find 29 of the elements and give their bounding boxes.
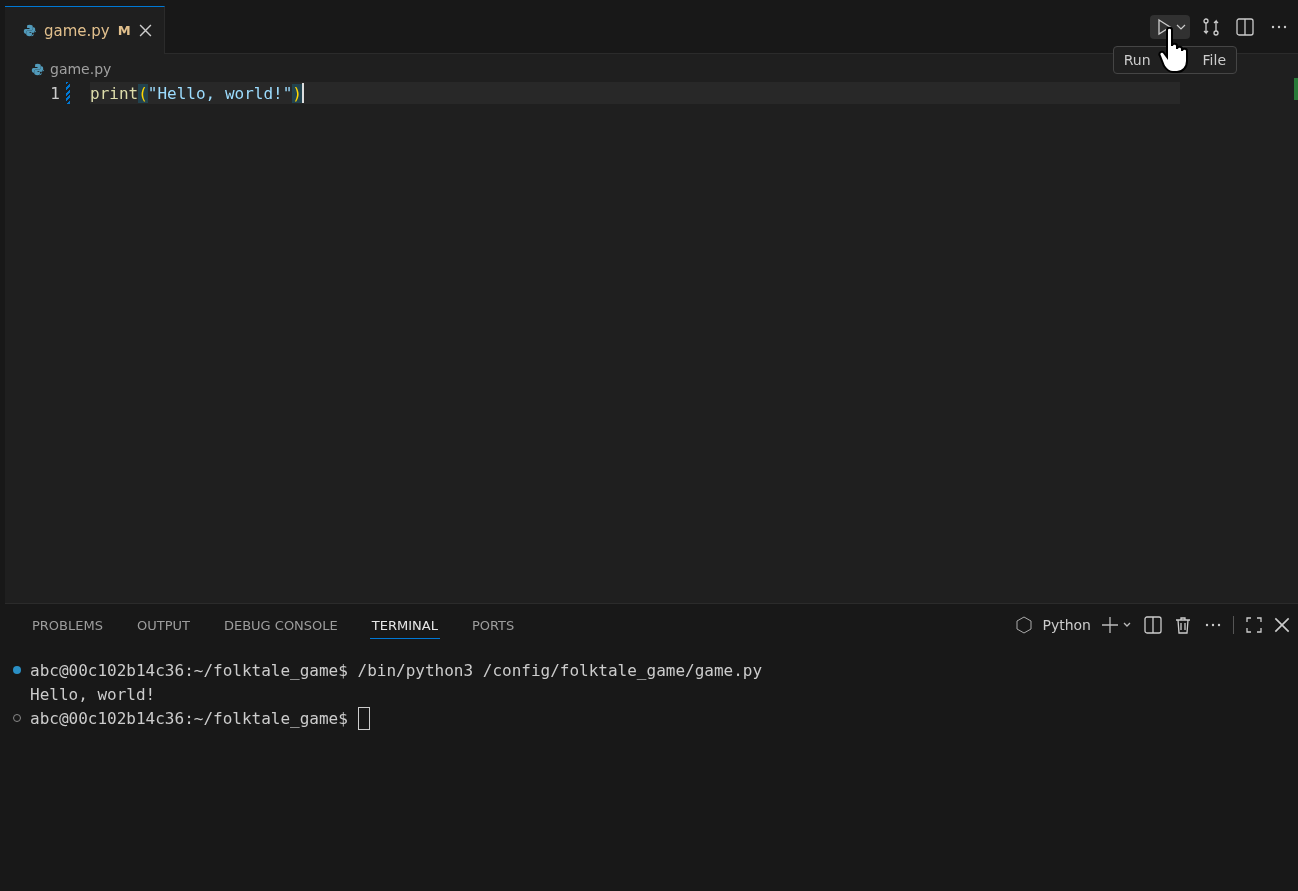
add-terminal-icon[interactable] <box>1101 616 1133 634</box>
panel-tab[interactable]: TERMINAL <box>369 611 440 639</box>
python-icon <box>31 62 44 76</box>
breadcrumb[interactable]: game.py <box>50 61 112 77</box>
close-icon[interactable] <box>138 24 152 37</box>
panel-tab[interactable]: DEBUG CONSOLE <box>221 611 340 639</box>
tab-label: game.py <box>44 21 110 40</box>
close-icon[interactable] <box>1274 617 1290 633</box>
maximize-icon[interactable] <box>1244 615 1264 635</box>
terminal-cursor <box>357 706 370 730</box>
line-number: 1 <box>49 83 60 103</box>
trash-icon[interactable] <box>1173 615 1193 635</box>
panel-tab[interactable]: PROBLEMS <box>30 611 105 639</box>
run-button[interactable] <box>1150 15 1190 39</box>
editor-tab[interactable]: game.py M <box>5 6 165 54</box>
command-status-icon <box>13 666 21 674</box>
modified-label: M <box>117 23 131 38</box>
terminal-line: abc@00c102b14c36:~/folktale_game$ /bin/python3 /config/folktale_game/game.py <box>30 660 763 680</box>
terminal-icon <box>1016 616 1033 634</box>
split-terminal-icon[interactable] <box>1143 615 1163 635</box>
panel-tab[interactable]: PORTS <box>469 611 517 639</box>
python-icon <box>23 24 36 37</box>
tooltip-text: Run <box>1123 52 1151 68</box>
terminal-line: Hello, world! <box>30 684 156 704</box>
panel-tab[interactable]: OUTPUT <box>134 611 192 639</box>
terminal-line: abc@00c102b14c36:~/folktale_game$ <box>30 708 349 728</box>
tooltip-text: File <box>1202 52 1226 68</box>
terminal-name[interactable]: Python <box>1042 617 1091 633</box>
change-marker <box>66 82 70 104</box>
